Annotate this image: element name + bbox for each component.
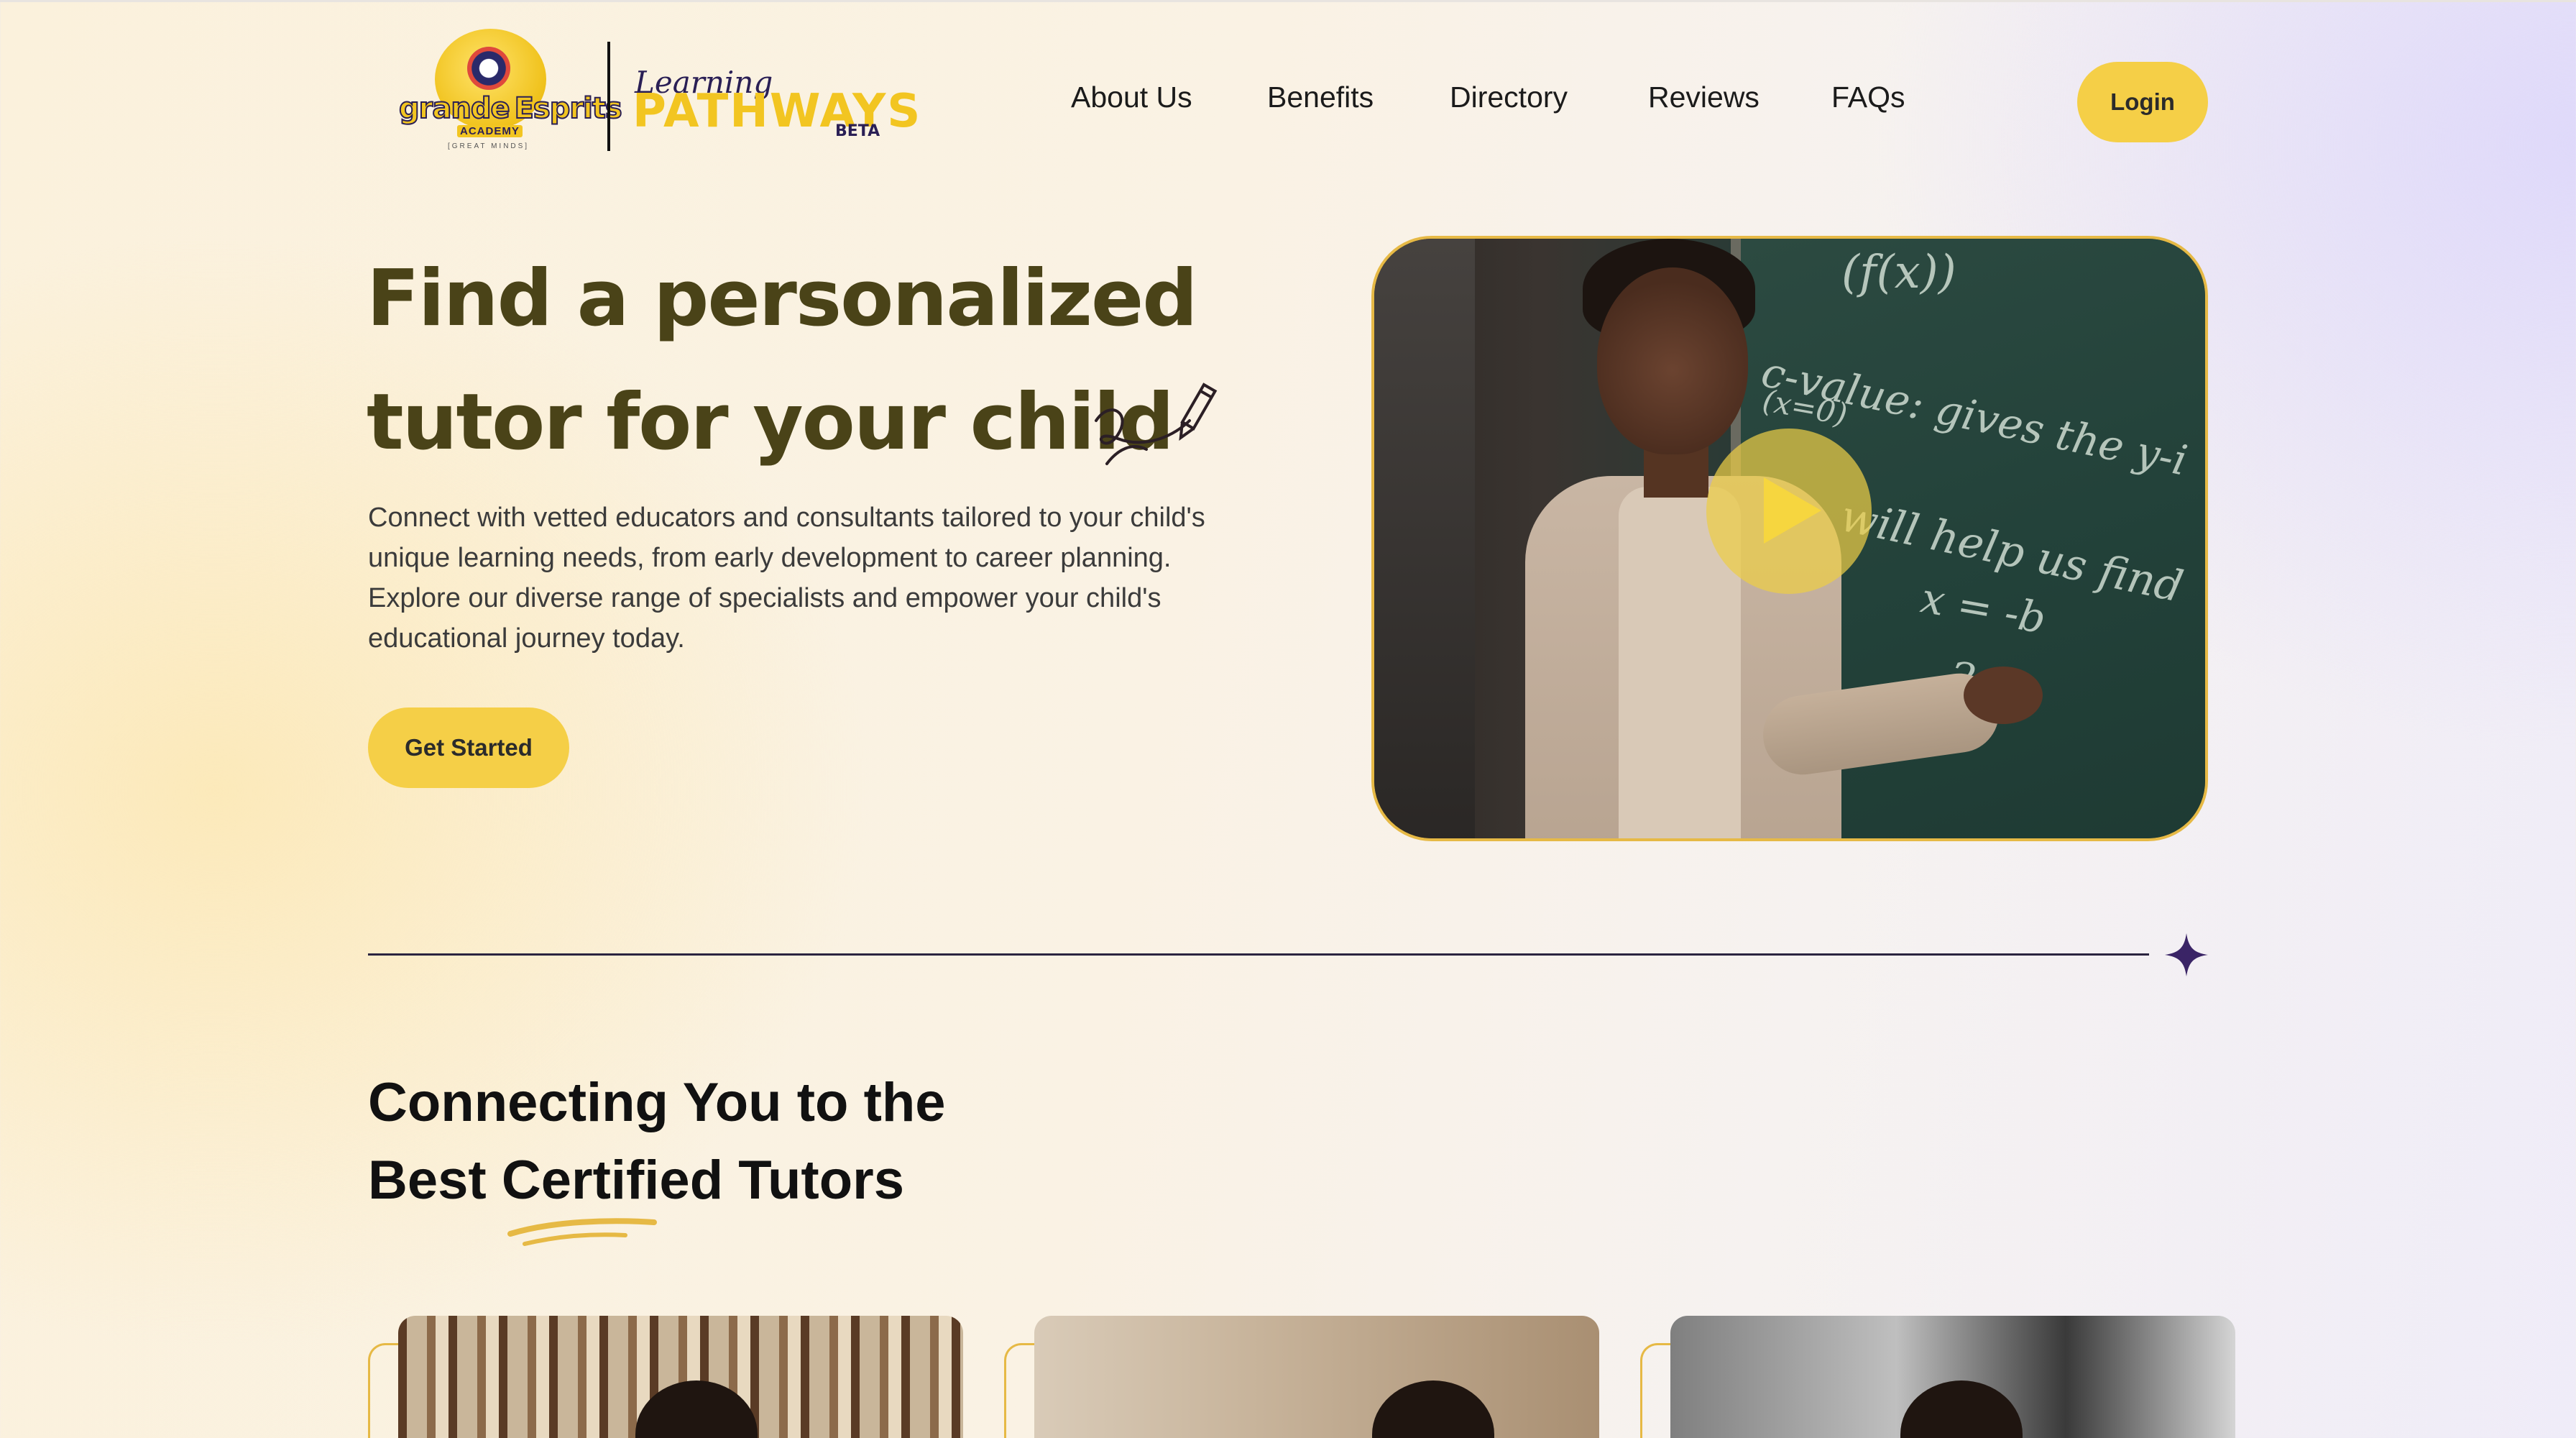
section-title-line1: Connecting You to the bbox=[368, 1072, 946, 1133]
logo-academy-label: ACADEMY bbox=[457, 125, 523, 137]
nav-about-us[interactable]: About Us bbox=[1071, 81, 1192, 114]
section-title: Connecting You to the Best Certified Tut… bbox=[368, 1064, 1230, 1219]
tutor-card-1[interactable] bbox=[398, 1316, 963, 1438]
hero-video[interactable]: (f(x)) c-value: gives the y-i (x=0) will… bbox=[1371, 236, 2208, 841]
hero-title-line1: Find a personalized bbox=[367, 254, 1198, 344]
chalk-text-1: (f(x)) bbox=[1841, 246, 1956, 299]
sparkle-star-icon bbox=[2165, 933, 2208, 976]
hero-description: Connect with vetted educators and consul… bbox=[368, 503, 1205, 654]
nav-faqs[interactable]: FAQs bbox=[1831, 81, 1905, 114]
nav-benefits[interactable]: Benefits bbox=[1267, 81, 1374, 114]
tutor-card-3[interactable] bbox=[1670, 1316, 2235, 1438]
tutor-photo-1 bbox=[635, 1380, 758, 1438]
brand-logo[interactable]: grande Esprits ACADEMY [GREAT MINDS] Lea… bbox=[395, 29, 920, 158]
logo-academy-name: grande Esprits bbox=[398, 91, 623, 126]
play-icon[interactable] bbox=[1706, 429, 1872, 594]
hero-title-line2: tutor for your child bbox=[367, 377, 1174, 467]
pencil-squiggle-icon bbox=[1095, 383, 1218, 465]
tutor-card-2[interactable] bbox=[1034, 1316, 1599, 1438]
section-divider bbox=[368, 953, 2149, 956]
brush-underline-icon bbox=[507, 1218, 657, 1246]
tutor-photo-2 bbox=[1372, 1380, 1494, 1438]
logo-tagline: [GREAT MINDS] bbox=[448, 142, 530, 150]
login-button[interactable]: Login bbox=[2077, 62, 2208, 142]
section-title-line2: Best Certified Tutors bbox=[368, 1150, 905, 1211]
nav-directory[interactable]: Directory bbox=[1450, 81, 1568, 114]
nav-reviews[interactable]: Reviews bbox=[1648, 81, 1760, 114]
get-started-button[interactable]: Get Started bbox=[368, 707, 569, 788]
logo-esprits-word: Esprits bbox=[514, 91, 623, 126]
top-border bbox=[0, 0, 2576, 2]
logo-grande-word: grande bbox=[398, 91, 511, 126]
video-background bbox=[1374, 239, 1475, 838]
logo-mascot-icon bbox=[467, 47, 510, 90]
logo-beta-badge: BETA bbox=[835, 122, 880, 140]
tutor-photo-3 bbox=[1900, 1380, 2023, 1438]
logo-divider bbox=[607, 42, 610, 151]
